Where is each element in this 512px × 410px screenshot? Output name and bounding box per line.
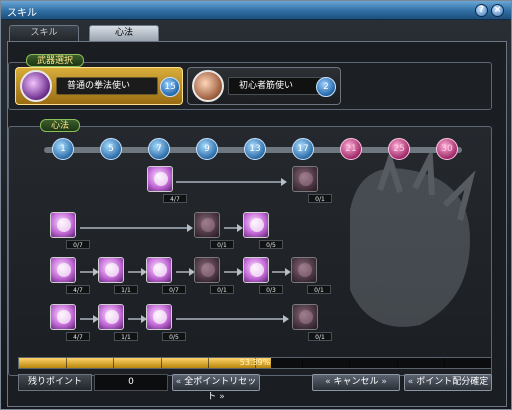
shinpo-node-r1b[interactable] (292, 166, 318, 192)
weapon-label-1: 普通の拳法使い (56, 77, 158, 95)
shinpo-node-r4d[interactable] (292, 304, 318, 330)
skill-icon (201, 218, 215, 232)
shinpo-node-r1a[interactable] (147, 166, 173, 192)
shinpo-node-r3b[interactable] (98, 257, 124, 283)
node-count: 4/7 (163, 194, 187, 203)
level-marker: 9 (196, 138, 218, 160)
shinpo-node-r2b[interactable] (194, 212, 220, 238)
shinpo-node-r3a[interactable] (50, 257, 76, 283)
tab-shinpo[interactable]: 心法 (89, 25, 159, 41)
connector (176, 268, 195, 276)
weapon-card-1[interactable]: 普通の拳法使い 15 (15, 67, 183, 105)
skill-icon (57, 263, 71, 277)
node-count: 0/5 (162, 332, 186, 341)
chevron-left-icon: « (175, 377, 182, 387)
help-button[interactable]: ? (475, 4, 488, 17)
node-count: 4/7 (66, 285, 90, 294)
chevron-right-icon: » (381, 377, 387, 387)
weapon-label-2: 初心者筋使い (228, 77, 330, 95)
shinpo-node-r2c[interactable] (243, 212, 269, 238)
chevron-left-icon: « (407, 377, 414, 387)
confirm-label: ポイント配分確定 (416, 377, 489, 387)
skill-icon (299, 310, 313, 324)
connector (224, 224, 243, 232)
weapon-badge-1: 15 (160, 77, 180, 97)
node-count: 0/7 (66, 240, 90, 249)
node-count: 0/1 (308, 194, 332, 203)
level-marker: 13 (244, 138, 266, 160)
connector (224, 268, 243, 276)
level-marker: 5 (100, 138, 122, 160)
title-bar[interactable]: スキル ? × (1, 1, 511, 20)
skill-icon (154, 172, 168, 186)
weapon-section-header: 武器選択 (26, 54, 85, 67)
confirm-point-allocation-button[interactable]: « ポイント配分確定 (404, 374, 492, 391)
fist-icon (192, 70, 224, 102)
skill-icon (201, 263, 215, 277)
shinpo-node-r3c[interactable] (146, 257, 172, 283)
progress-text: 53.39% (239, 358, 271, 367)
level-marker: 17 (292, 138, 314, 160)
remaining-points-label: 残りポイント (18, 374, 92, 391)
level-marker: 7 (148, 138, 170, 160)
node-count: 0/5 (259, 240, 283, 249)
fist-icon (20, 70, 52, 102)
remaining-points-value: 0 (94, 374, 168, 391)
skill-icon (105, 263, 119, 277)
node-count: 0/1 (210, 240, 234, 249)
weapon-badge-2: 2 (316, 77, 336, 97)
connector (176, 315, 289, 323)
fist-watermark-icon (350, 150, 476, 327)
connector (80, 268, 99, 276)
skill-icon (299, 172, 313, 186)
shinpo-node-r3e[interactable] (243, 257, 269, 283)
shinpo-node-r4b[interactable] (98, 304, 124, 330)
node-count: 4/7 (66, 332, 90, 341)
shinpo-node-r3d[interactable] (194, 257, 220, 283)
skill-icon (298, 263, 312, 277)
node-count: 1/1 (114, 332, 138, 341)
connector (128, 268, 147, 276)
close-icon: × (493, 5, 502, 15)
progress-bar: 53.39% (18, 357, 492, 369)
cancel-button[interactable]: « キャンセル » (312, 374, 400, 391)
close-button[interactable]: × (491, 4, 504, 17)
tab-skill[interactable]: スキル (9, 25, 79, 41)
level-marker: 1 (52, 138, 74, 160)
skill-icon (153, 263, 167, 277)
connector (272, 268, 291, 276)
skill-icon (57, 218, 71, 232)
skill-icon (57, 310, 71, 324)
reset-all-points-button[interactable]: « 全ポイントリセット » (172, 374, 260, 402)
shinpo-section-header: 心法 (40, 119, 81, 132)
skill-icon (153, 310, 167, 324)
skill-icon (105, 310, 119, 324)
connector (128, 315, 147, 323)
shinpo-node-r4a[interactable] (50, 304, 76, 330)
chevron-right-icon: » (219, 392, 225, 402)
connector (80, 315, 99, 323)
weapon-card-2[interactable]: 初心者筋使い 2 (187, 67, 341, 105)
skill-icon (250, 263, 264, 277)
cancel-label: キャンセル (333, 377, 379, 387)
node-count: 1/1 (114, 285, 138, 294)
shinpo-node-r3f[interactable] (291, 257, 317, 283)
help-icon: ? (478, 5, 485, 15)
connector (176, 178, 287, 186)
shinpo-node-r2a[interactable] (50, 212, 76, 238)
node-count: 0/1 (210, 285, 234, 294)
weapon-select-panel: 普通の拳法使い 15 初心者筋使い 2 (8, 62, 492, 110)
chevron-left-icon: « (325, 377, 331, 387)
node-count: 0/1 (307, 285, 331, 294)
node-count: 0/1 (308, 332, 332, 341)
connector (80, 224, 193, 232)
level-marker: 25 (388, 138, 410, 160)
window-title: スキル (7, 8, 37, 19)
level-marker: 21 (340, 138, 362, 160)
skill-icon (250, 218, 264, 232)
node-count: 0/3 (259, 285, 283, 294)
level-marker: 30 (436, 138, 458, 160)
node-count: 0/7 (162, 285, 186, 294)
shinpo-node-r4c[interactable] (146, 304, 172, 330)
